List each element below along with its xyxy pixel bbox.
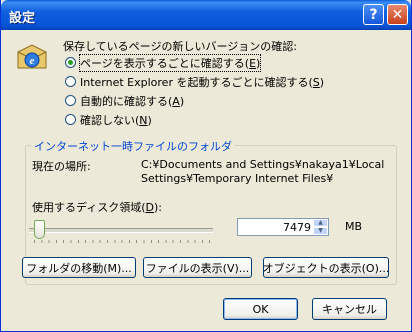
spin-up-icon[interactable]: ▲: [313, 219, 328, 227]
slider-ticks: [34, 240, 210, 243]
check-heading: 保存しているページの新しいバージョンの確認:: [63, 40, 297, 53]
radio-label: 確認しない(: [80, 114, 140, 127]
access-key: A: [172, 95, 180, 108]
close-button[interactable]: ✕: [387, 4, 408, 25]
disk-space-label: 使用するディスク領域(D):: [32, 199, 162, 215]
title-bar[interactable]: 設定 ? ✕: [1, 0, 411, 30]
svg-text:e: e: [30, 55, 35, 67]
view-objects-button[interactable]: オブジェクトの表示(O)...: [263, 257, 389, 278]
view-files-button[interactable]: ファイルの表示(V)...: [143, 257, 252, 278]
cancel-button[interactable]: キャンセル: [312, 298, 387, 320]
spin-down-icon[interactable]: ▼: [313, 227, 328, 235]
help-icon: ?: [369, 6, 378, 23]
radio-label-tail: ): [147, 114, 152, 127]
radio-button[interactable]: [65, 95, 76, 106]
location-label: 現在の場所:: [32, 160, 91, 173]
location-path-line1: C:¥Documents and Settings¥nakaya1¥Local: [141, 158, 385, 171]
location-path-line2: Settings¥Temporary Internet Files¥: [141, 172, 334, 185]
radio-button[interactable]: [65, 76, 76, 87]
move-folder-button[interactable]: フォルダの移動(M)...: [22, 257, 136, 278]
disk-label-text: 使用するディスク領域(: [32, 201, 146, 214]
disk-space-value[interactable]: 7479: [283, 221, 311, 234]
radio-label: 自動的に確認する(: [80, 95, 173, 108]
access-key: E: [249, 57, 257, 70]
close-icon: ✕: [391, 6, 404, 23]
disk-unit: MB: [345, 220, 363, 233]
window-title: 設定: [9, 11, 36, 26]
group-label: インターネット一時ファイルのフォルダ: [31, 138, 235, 154]
help-button[interactable]: ?: [363, 4, 384, 25]
disk-space-input[interactable]: 7479 ▲ ▼: [237, 218, 329, 236]
internet-explorer-icon: e: [17, 44, 47, 69]
radio-label-tail: ): [256, 57, 261, 70]
radio-button[interactable]: [65, 57, 76, 68]
radio-label: Internet Explorer を起動するごとに確認する(: [80, 76, 313, 89]
ok-button[interactable]: OK: [223, 298, 298, 320]
spin-buttons[interactable]: ▲ ▼: [313, 219, 328, 235]
access-key: D: [145, 201, 155, 214]
radio-label-tail: ): [179, 95, 185, 108]
disk-label-tail: ):: [154, 201, 163, 214]
settings-dialog: 設定 ? ✕ e 保存しているページの新しいバージョンの確認: ページを表示する…: [0, 0, 412, 332]
disk-space-slider-track[interactable]: [29, 228, 213, 233]
access-key: N: [139, 114, 148, 127]
radio-label-tail: ): [319, 76, 325, 89]
radio-label: ページを表示するごとに確認する(: [80, 57, 250, 70]
access-key: S: [312, 76, 320, 89]
disk-space-slider-thumb[interactable]: [34, 220, 46, 239]
radio-button[interactable]: [65, 114, 76, 125]
